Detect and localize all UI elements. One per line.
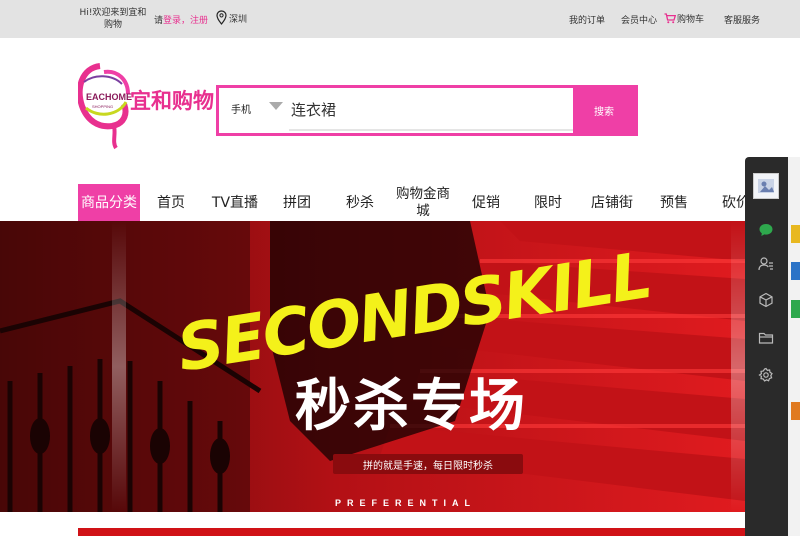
banner-footer-text: PREFERENTIAL bbox=[335, 498, 477, 508]
avatar[interactable] bbox=[753, 173, 779, 199]
chevron-down-icon[interactable] bbox=[269, 102, 283, 110]
main-nav: 商品分类 首页 TV直播 拼团 秒杀 购物金商城 促销 限时 店铺街 预售 砍价 bbox=[0, 184, 760, 222]
welcome-text: Hi!欢迎来到宜和购物 bbox=[79, 8, 147, 30]
edge-tab-blue[interactable] bbox=[791, 262, 800, 280]
eachome-logo-graphic: EACHOME SHOPPING 宜和购物 bbox=[76, 63, 214, 150]
flash-sale-banner[interactable]: SECONDSKILL 秒杀专场 拼的就是手速，每日限时秒杀 PREFERENT… bbox=[0, 221, 745, 512]
search-input[interactable] bbox=[289, 91, 575, 131]
logo-brand-cn: 宜和购物 bbox=[130, 89, 214, 113]
cart-link[interactable]: 购物车 bbox=[664, 12, 704, 25]
edge-tab-orange[interactable] bbox=[791, 402, 800, 420]
nav-item-shopping-gold-mall[interactable]: 购物金商城 bbox=[391, 184, 455, 222]
right-sidebar bbox=[745, 157, 788, 536]
cube-icon[interactable] bbox=[755, 289, 777, 311]
user-list-icon[interactable] bbox=[755, 253, 777, 275]
nav-item-categories[interactable]: 商品分类 bbox=[78, 184, 140, 222]
location-text: 深圳 bbox=[229, 15, 248, 25]
nav-item-group-buy[interactable]: 拼团 bbox=[274, 184, 320, 222]
nav-item-flash-sale[interactable]: 秒杀 bbox=[337, 184, 383, 222]
nav-item-promotions[interactable]: 促销 bbox=[463, 184, 509, 222]
cart-icon bbox=[664, 13, 676, 24]
register-link[interactable]: 注册 bbox=[190, 16, 208, 26]
login-separator: ， bbox=[181, 16, 191, 26]
nav-item-home[interactable]: 首页 bbox=[148, 184, 194, 222]
nav-item-shop-street[interactable]: 店铺街 bbox=[584, 184, 640, 222]
banner-tagline: 拼的就是手速，每日限时秒杀 bbox=[333, 454, 523, 474]
nav-item-tv-live[interactable]: TV直播 bbox=[204, 184, 266, 222]
logo-brand-en-sub: SHOPPING bbox=[92, 104, 113, 109]
banner-bottom-strip bbox=[78, 528, 745, 536]
cart-label: 购物车 bbox=[677, 15, 705, 25]
location-pin-icon bbox=[216, 9, 227, 25]
nav-item-limited-time[interactable]: 限时 bbox=[525, 184, 571, 222]
login-register: 请登录，注册 bbox=[154, 13, 208, 26]
login-prefix: 请 bbox=[154, 16, 164, 26]
folder-icon[interactable] bbox=[755, 327, 777, 349]
search-category-select[interactable]: 手机 bbox=[231, 101, 251, 116]
chat-icon[interactable] bbox=[755, 219, 777, 241]
search-bar: 手机 搜索 bbox=[216, 85, 638, 136]
customer-service-link[interactable]: 客服服务 bbox=[724, 13, 760, 26]
banner-headline-cn: 秒杀专场 bbox=[295, 374, 527, 439]
right-edge-panel bbox=[788, 157, 800, 536]
logo-brand-en: EACHOME bbox=[86, 92, 132, 102]
member-center-link[interactable]: 会员中心 bbox=[621, 13, 657, 26]
edge-tab-yellow[interactable] bbox=[791, 225, 800, 243]
site-logo[interactable]: EACHOME SHOPPING 宜和购物 bbox=[76, 62, 218, 152]
location-selector[interactable]: 深圳 bbox=[216, 9, 247, 25]
my-orders-link[interactable]: 我的订单 bbox=[569, 13, 605, 26]
login-link[interactable]: 登录 bbox=[163, 16, 181, 26]
search-button[interactable]: 搜索 bbox=[573, 88, 635, 133]
edge-tab-green[interactable] bbox=[791, 300, 800, 318]
settings-icon[interactable] bbox=[755, 364, 777, 386]
top-bar: Hi!欢迎来到宜和购物 请登录，注册 深圳 我的订单 会员中心 购物车 客服服务 bbox=[0, 0, 800, 38]
nav-item-presale[interactable]: 预售 bbox=[651, 184, 697, 222]
